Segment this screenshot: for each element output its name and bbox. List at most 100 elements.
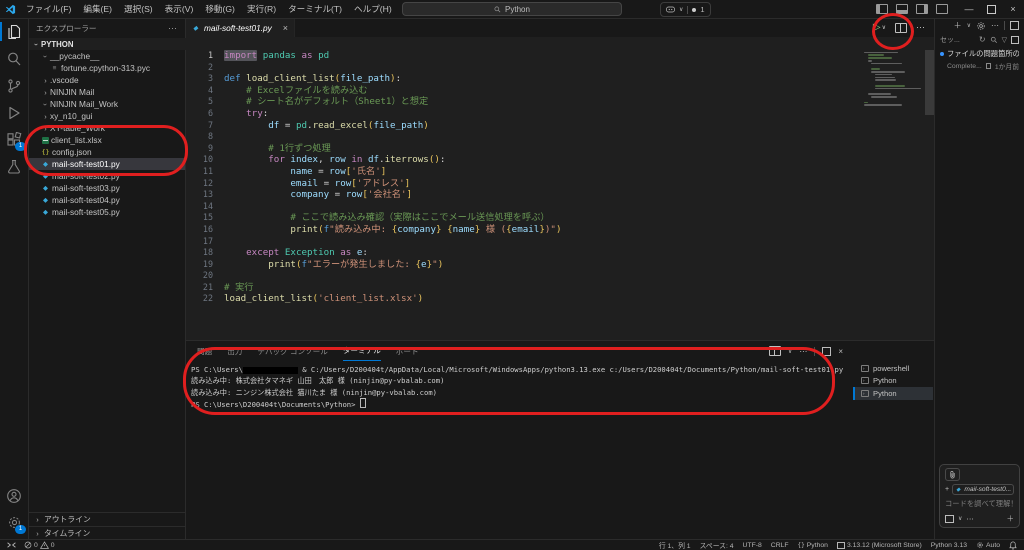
bell-icon[interactable] xyxy=(1009,541,1017,550)
minimap[interactable] xyxy=(864,46,922,107)
menu-item-7[interactable]: ヘルプ(H) xyxy=(348,0,398,18)
copilot-menu[interactable]: ∨ 1 xyxy=(660,2,711,17)
close-button[interactable]: × xyxy=(1002,0,1024,18)
account-button[interactable] xyxy=(0,482,28,509)
terminal-output[interactable]: PS C:\Users\ & C:/Users/D200404t/AppData… xyxy=(191,364,849,537)
panel-tab-ポート[interactable]: ポート xyxy=(396,341,419,361)
close-panel-icon[interactable]: × xyxy=(838,347,843,356)
timeline-section[interactable]: › タイムライン xyxy=(28,526,185,540)
customize-layout-icon[interactable] xyxy=(936,4,948,14)
attach-context-button[interactable] xyxy=(945,468,960,481)
menu-item-3[interactable]: 表示(V) xyxy=(159,0,200,18)
maximize-panel-icon[interactable] xyxy=(822,347,831,356)
activity-source-control[interactable] xyxy=(0,72,28,99)
tab-mail-soft-test01[interactable]: ◆ mail-soft-test01.py × xyxy=(185,18,295,37)
tree-item-mail-soft-test01.py[interactable]: ◆mail-soft-test01.py xyxy=(28,158,185,170)
toggle-panel-icon[interactable] xyxy=(896,4,908,14)
new-chat-icon[interactable]: ＋ xyxy=(954,20,962,31)
panel-more-icon[interactable]: ⋯ xyxy=(799,347,807,356)
filter-icon[interactable]: ▽ xyxy=(1002,36,1007,44)
encoding[interactable]: UTF-8 xyxy=(743,542,762,549)
vscode-logo-icon xyxy=(0,4,20,15)
panel-tab-デバッグ コンソール[interactable]: デバッグ コンソール xyxy=(257,341,327,361)
attachment-chip[interactable]: ◆ mail-soft-test0... xyxy=(952,484,1014,495)
menu-item-6[interactable]: ターミナル(T) xyxy=(282,0,348,18)
chat-options-icon[interactable]: ⋯ xyxy=(966,514,974,523)
gear-icon[interactable] xyxy=(976,21,986,31)
outline-section[interactable]: › アウトライン xyxy=(28,512,185,526)
chat-input-widget[interactable]: + ◆ mail-soft-test0... コードを調べて理解！ ∨ ⋯ ＋ xyxy=(939,464,1020,528)
refresh-icon[interactable]: ↻ xyxy=(979,35,986,44)
terminal-list-item-2[interactable]: ›Python xyxy=(853,387,933,400)
minimize-button[interactable]: — xyxy=(958,0,980,18)
eol[interactable]: CRLF xyxy=(771,542,789,549)
menu-item-1[interactable]: 編集(E) xyxy=(77,0,118,18)
add-attachment-icon[interactable]: + xyxy=(945,486,949,493)
chevron-down-icon[interactable]: ∨ xyxy=(958,515,962,522)
tree-item-NINJIN Mail[interactable]: ›NINJIN Mail xyxy=(28,86,185,98)
tree-item-PYTHON[interactable]: ›PYTHON xyxy=(28,38,1024,50)
tab-close-icon[interactable]: × xyxy=(283,23,288,33)
layout-icon[interactable] xyxy=(1011,36,1019,44)
tree-item-mail-soft-test02.py[interactable]: ◆mail-soft-test02.py xyxy=(28,170,185,182)
activity-extensions[interactable]: 1 xyxy=(0,126,28,153)
split-terminal-icon[interactable] xyxy=(769,346,781,356)
run-python-button[interactable]: ▷∨ xyxy=(873,22,886,33)
panel-tab-出力[interactable]: 出力 xyxy=(227,341,242,361)
attachment-label: mail-soft-test0... xyxy=(964,486,1011,493)
restore-button[interactable] xyxy=(980,0,1002,18)
tree-item-NINJIN Mail_Work[interactable]: ›NINJIN Mail_Work xyxy=(28,98,185,110)
chevron-down-icon[interactable]: ∨ xyxy=(967,22,971,29)
auto-status[interactable]: Auto xyxy=(976,541,1000,549)
tree-item-__pycache__[interactable]: ›__pycache__ xyxy=(28,50,185,62)
chat-mode-icon[interactable] xyxy=(945,515,954,523)
chevron-down-icon[interactable]: ∨ xyxy=(788,348,792,355)
editor-more-icon[interactable]: ⋯ xyxy=(916,22,925,33)
line-number: 20 xyxy=(185,270,224,282)
menu-item-5[interactable]: 実行(R) xyxy=(241,0,282,18)
language-mode[interactable]: {} Python xyxy=(798,542,828,549)
panel-tab-問題[interactable]: 問題 xyxy=(197,341,212,361)
search-icon[interactable] xyxy=(990,36,998,44)
menu-item-0[interactable]: ファイル(F) xyxy=(20,0,77,18)
code-line-12: 12 email = row['アドレス'] xyxy=(185,178,861,190)
split-editor-icon[interactable] xyxy=(895,23,907,33)
py-file-icon: ◆ xyxy=(41,160,50,168)
python-interpreter[interactable]: 3.13.12 (Microsoft Store) xyxy=(837,542,922,549)
toggle-sidebar-icon[interactable] xyxy=(876,4,888,14)
toggle-secondary-sidebar-icon[interactable] xyxy=(916,4,928,14)
menu-item-2[interactable]: 選択(S) xyxy=(118,0,159,18)
terminal-icon: › xyxy=(861,365,869,372)
indentation[interactable]: スペース: 4 xyxy=(700,540,734,550)
cursor-position[interactable]: 行 1、列 1 xyxy=(659,540,691,550)
tree-item-fortune.cpython-313.pyc[interactable]: ≡fortune.cpython-313.pyc xyxy=(28,62,185,74)
tree-item-mail-soft-test04.py[interactable]: ◆mail-soft-test04.py xyxy=(28,194,185,206)
activity-run-debug[interactable] xyxy=(0,99,28,126)
send-button[interactable]: ＋ xyxy=(1007,513,1015,524)
command-search-input[interactable]: Python xyxy=(402,2,622,16)
tree-item-.vscode[interactable]: ›.vscode xyxy=(28,74,185,86)
panel-tab-ターミナル[interactable]: ターミナル xyxy=(343,341,381,361)
tree-item-mail-soft-test03.py[interactable]: ◆mail-soft-test03.py xyxy=(28,182,185,194)
python-version[interactable]: Python 3.13 xyxy=(931,542,967,549)
menu-item-4[interactable]: 移動(G) xyxy=(199,0,241,18)
remote-indicator-icon[interactable] xyxy=(7,541,16,549)
problems-status[interactable]: 0 0 xyxy=(24,541,55,549)
activity-testing[interactable] xyxy=(0,153,28,180)
tree-item-xy_n10_gui[interactable]: ›xy_n10_gui xyxy=(28,110,185,122)
tree-item-XY-table_Work[interactable]: ›XY-table_Work xyxy=(28,122,185,134)
terminal-list-item-1[interactable]: ›Python xyxy=(853,375,933,388)
activity-explorer[interactable] xyxy=(0,18,28,45)
tree-item-client_list.xlsx[interactable]: client_list.xlsx xyxy=(28,134,185,146)
terminal-list-item-0[interactable]: ›powershell xyxy=(853,362,933,375)
settings-button[interactable]: 1 xyxy=(0,509,28,536)
activity-search[interactable] xyxy=(0,45,28,72)
chat-session-item[interactable]: ファイルの問題箇所の... Complete... 1か月前 xyxy=(935,46,1024,71)
maximize-chat-icon[interactable] xyxy=(1010,21,1019,30)
tree-item-config.json[interactable]: {}config.json xyxy=(28,146,185,158)
chat-more-icon[interactable]: ⋯ xyxy=(991,21,999,30)
tree-item-label: NINJIN Mail xyxy=(50,87,94,97)
code-area[interactable]: 1import pandas as pd23def load_client_li… xyxy=(185,50,861,340)
explorer-more-icon[interactable]: ⋯ xyxy=(168,23,177,34)
tree-item-mail-soft-test05.py[interactable]: ◆mail-soft-test05.py xyxy=(28,206,185,218)
